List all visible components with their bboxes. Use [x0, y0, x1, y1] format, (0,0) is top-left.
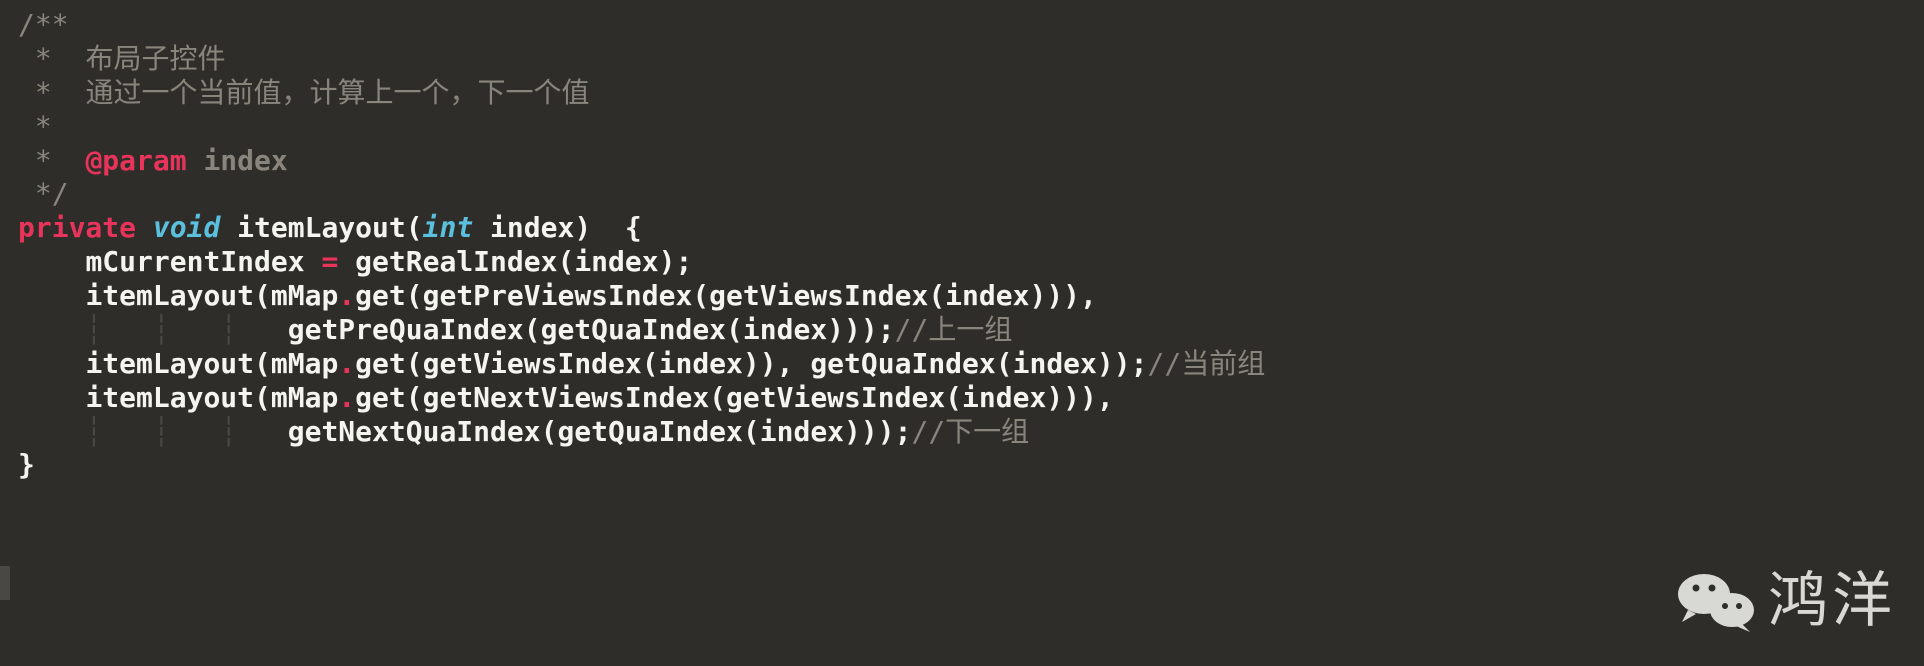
watermark: 鸿洋 [1676, 565, 1896, 638]
code-line: itemLayout(mMap.get(getPreViewsIndex(get… [18, 279, 1924, 313]
code-line: * @param index [18, 144, 1924, 178]
comment-text: 布局子控件 [85, 42, 225, 75]
inline-comment: //当前组 [1147, 347, 1265, 380]
javadoc-param-tag: @param [85, 144, 186, 177]
comment-text: 通过一个当前值，计算上一个，下一个值 [85, 76, 589, 109]
code-line: ┆ ┆ ┆ getNextQuaIndex(getQuaIndex(index)… [18, 415, 1924, 449]
closing-brace: } [18, 448, 35, 481]
param-name: index [187, 144, 288, 177]
code-line: /** [18, 8, 1924, 42]
inline-comment: //上一组 [895, 313, 1013, 346]
comment-close: */ [18, 177, 69, 210]
dot-operator: . [338, 279, 355, 312]
code-line: * 通过一个当前值，计算上一个，下一个值 [18, 76, 1924, 110]
dot-operator: . [338, 347, 355, 380]
indent-guide: ┆ ┆ ┆ [85, 415, 287, 448]
assign-operator: = [321, 245, 338, 278]
dot-operator: . [338, 381, 355, 414]
keyword-void: void [153, 211, 220, 244]
code-line: mCurrentIndex = getRealIndex(index); [18, 245, 1924, 279]
code-line: */ [18, 177, 1924, 211]
code-line: } [18, 448, 1924, 482]
code-line: * 布局子控件 [18, 42, 1924, 76]
comment-open: /** [18, 8, 69, 41]
code-line: itemLayout(mMap.get(getNextViewsIndex(ge… [18, 381, 1924, 415]
code-line: ┆ ┆ ┆ getPreQuaIndex(getQuaIndex(index))… [18, 313, 1924, 347]
code-line: private void itemLayout(int index) { [18, 211, 1924, 245]
method-name: itemLayout( [237, 211, 422, 244]
gutter-mark [0, 566, 10, 600]
indent-guide: ┆ ┆ ┆ [85, 313, 287, 346]
watermark-text: 鸿洋 [1768, 565, 1896, 638]
keyword-private: private [18, 211, 136, 244]
code-line: * [18, 110, 1924, 144]
code-line: itemLayout(mMap.get(getViewsIndex(index)… [18, 347, 1924, 381]
inline-comment: //下一组 [911, 415, 1029, 448]
code-editor[interactable]: /** * 布局子控件 * 通过一个当前值，计算上一个，下一个值 * * @pa… [18, 8, 1924, 482]
wechat-icon [1676, 570, 1756, 634]
keyword-int: int [423, 211, 474, 244]
